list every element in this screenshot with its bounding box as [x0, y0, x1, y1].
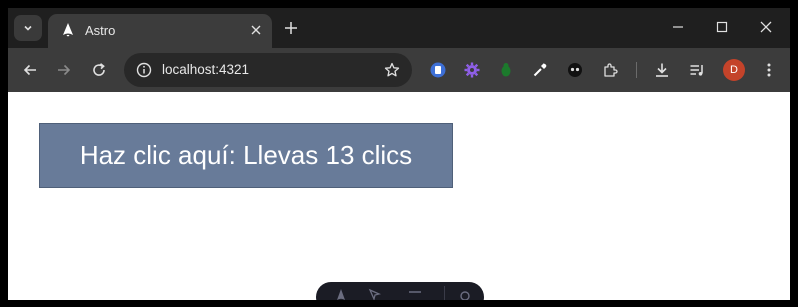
tab-strip: Astro: [8, 8, 790, 48]
chevron-down-icon: [24, 25, 32, 31]
gear-icon: [460, 291, 470, 300]
screenshot-frame: Astro localhost:4321 D Haz clic aquí: Ll…: [0, 0, 798, 307]
download-icon: [656, 63, 668, 77]
back-button[interactable]: [16, 56, 44, 84]
browser-window: Astro localhost:4321 D Haz clic aquí: Ll…: [8, 8, 790, 300]
arrow-right-icon: [58, 64, 71, 76]
maximize-icon: [716, 21, 728, 33]
document-icon: [430, 62, 446, 78]
browser-toolbar: localhost:4321 D: [8, 48, 790, 92]
media-control-button[interactable]: [687, 60, 707, 80]
tab-search-button[interactable]: [14, 15, 42, 41]
astro-dev-toolbar[interactable]: [316, 282, 484, 300]
reload-button[interactable]: [85, 56, 113, 84]
bookmark-button[interactable]: [380, 58, 404, 82]
astro-logo-icon: [337, 289, 345, 300]
extension-gear[interactable]: [462, 60, 482, 80]
reload-icon: [93, 63, 105, 76]
close-window-button[interactable]: [749, 14, 783, 40]
new-tab-button[interactable]: [280, 17, 302, 39]
downloads-button[interactable]: [652, 60, 672, 80]
page-viewport: Haz clic aquí: Llevas 13 clics: [8, 92, 790, 300]
bug-icon: [501, 63, 511, 77]
eyedropper-icon: [533, 63, 547, 77]
astro-logo-icon: [63, 23, 73, 37]
menu-button[interactable]: [759, 60, 779, 80]
star-icon: [384, 62, 400, 77]
astro-menu-icon[interactable]: [332, 288, 350, 300]
toolbar-divider: [636, 62, 637, 78]
playlist-icon: [690, 65, 703, 76]
extension-bug[interactable]: [496, 60, 516, 80]
address-bar[interactable]: localhost:4321: [124, 53, 412, 87]
tab-close-button[interactable]: [246, 20, 266, 40]
gear-icon: [464, 62, 480, 78]
cursor-icon: [368, 288, 381, 300]
mask-icon: [568, 63, 582, 77]
puzzle-icon: [604, 63, 618, 77]
close-icon: [251, 25, 261, 35]
extension-docs[interactable]: [428, 60, 448, 80]
more-vert-icon: [767, 63, 771, 77]
list-icon: [409, 291, 421, 293]
dev-toolbar-divider: [444, 286, 445, 300]
tab-title: Astro: [85, 23, 116, 38]
maximize-button[interactable]: [705, 14, 739, 40]
minimize-button[interactable]: [661, 14, 695, 40]
settings-icon[interactable]: [456, 288, 474, 300]
audit-icon[interactable]: [406, 288, 424, 300]
url-text[interactable]: localhost:4321: [162, 62, 249, 77]
extensions-button[interactable]: [600, 60, 620, 80]
close-icon: [760, 21, 772, 33]
info-circle-icon: [136, 62, 152, 78]
plus-icon: [285, 22, 297, 34]
inspect-icon[interactable]: [366, 288, 384, 300]
forward-button[interactable]: [50, 56, 78, 84]
tab-astro[interactable]: Astro: [48, 14, 272, 48]
counter-button[interactable]: Haz clic aquí: Llevas 13 clics: [39, 123, 453, 188]
extension-mask[interactable]: [565, 60, 585, 80]
arrow-left-icon: [23, 64, 36, 76]
site-info-button[interactable]: [132, 58, 156, 82]
profile-avatar[interactable]: D: [723, 59, 745, 81]
extension-color-picker[interactable]: [530, 60, 550, 80]
minimize-icon: [673, 26, 683, 28]
